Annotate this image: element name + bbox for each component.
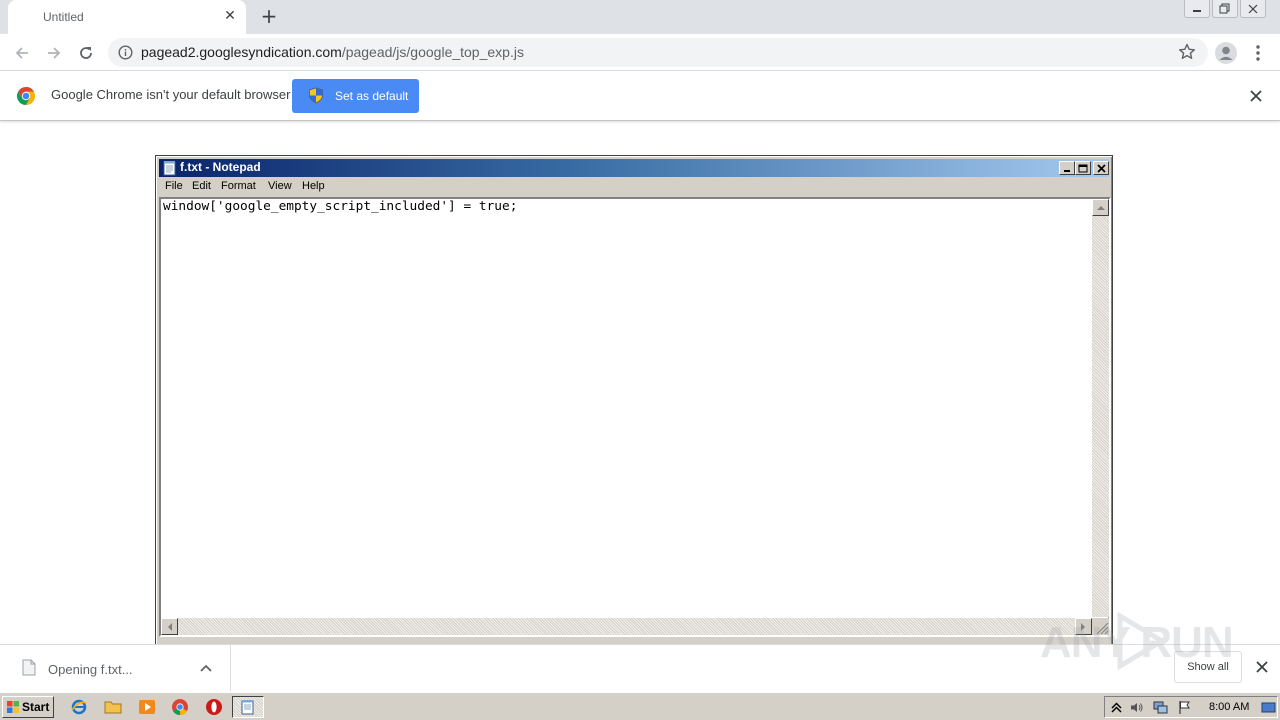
browser-toolbar: pagead2.googlesyndication.com/pagead/js/…: [0, 34, 1280, 71]
infobar-message: Google Chrome isn't your default browser: [51, 87, 291, 102]
arrow-left-icon: [15, 47, 28, 59]
media-player-icon[interactable]: [138, 698, 156, 716]
chrome-logo-icon: [16, 87, 36, 105]
taskbar-notepad-button[interactable]: [232, 696, 264, 718]
url-host: pagead2.googlesyndication.com: [141, 44, 342, 60]
speaker-icon[interactable]: [1129, 700, 1144, 715]
minimize-icon: [1064, 170, 1070, 172]
menu-file[interactable]: File: [165, 180, 183, 192]
close-window-button[interactable]: [1240, 0, 1266, 18]
menu-format[interactable]: Format: [221, 180, 256, 192]
info-icon[interactable]: [118, 45, 133, 60]
arrow-left-icon: [168, 622, 172, 631]
url-path: /pagead/js/google_top_exp.js: [341, 44, 524, 60]
arrow-right-icon: [48, 47, 61, 59]
chevron-up-icon[interactable]: [1109, 700, 1124, 715]
notepad-maximize-button[interactable]: [1075, 161, 1091, 175]
resize-grip[interactable]: [1092, 618, 1109, 635]
file-icon: [22, 659, 36, 676]
network-icon[interactable]: [1153, 700, 1168, 715]
clock: 8:00 AM: [1209, 701, 1250, 713]
folder-icon[interactable]: [104, 698, 122, 716]
tab-strip: Untitled ✕ +: [0, 0, 1280, 34]
windows-flag-icon: [7, 701, 19, 713]
address-bar[interactable]: pagead2.googlesyndication.com/pagead/js/…: [108, 38, 1208, 67]
more-menu-icon[interactable]: [1250, 41, 1266, 65]
close-icon[interactable]: [1255, 660, 1269, 674]
notepad-minimize-button[interactable]: [1059, 161, 1075, 175]
notepad-window: f.txt - Notepad File Edit Format View He…: [155, 155, 1113, 655]
new-tab-button[interactable]: +: [258, 6, 280, 28]
action-center-flag-icon[interactable]: [1177, 700, 1192, 715]
restore-icon: [1219, 3, 1230, 13]
system-tray: 8:00 AM: [1104, 696, 1278, 718]
notepad-titlebar[interactable]: f.txt - Notepad: [159, 159, 1109, 177]
menu-help[interactable]: Help: [302, 180, 325, 192]
menu-view[interactable]: View: [268, 180, 292, 192]
window-controls: [1182, 0, 1266, 18]
show-desktop-icon[interactable]: [1261, 700, 1276, 715]
download-bar: Opening f.txt... Show all: [0, 644, 1280, 691]
browser-tab[interactable]: Untitled ✕: [8, 0, 246, 34]
back-button[interactable]: [9, 40, 35, 66]
scroll-left-button[interactable]: [161, 618, 178, 635]
reload-button[interactable]: [73, 40, 99, 66]
menu-edit[interactable]: Edit: [192, 180, 211, 192]
minimize-button[interactable]: [1184, 0, 1210, 18]
set-as-default-label: Set as default: [335, 89, 409, 103]
notepad-close-button[interactable]: [1093, 161, 1109, 175]
notepad-content[interactable]: window['google_empty_script_included'] =…: [163, 199, 517, 214]
resize-grip-icon: [1096, 622, 1109, 635]
arrow-up-icon: [1096, 206, 1105, 210]
tab-close-icon[interactable]: ✕: [222, 8, 238, 24]
notepad-icon: [163, 161, 176, 176]
uac-shield-icon: [309, 87, 323, 104]
arrow-right-icon: [1081, 622, 1085, 631]
notepad-menubar: File Edit Format View Help: [159, 178, 1109, 196]
start-button[interactable]: Start: [2, 696, 54, 718]
opera-icon[interactable]: [205, 698, 223, 716]
maximize-icon: [1078, 164, 1088, 172]
download-item[interactable]: Opening f.txt...: [0, 645, 231, 691]
tab-title: Untitled: [43, 10, 84, 24]
close-icon: [1096, 163, 1106, 173]
profile-avatar-icon[interactable]: [1214, 41, 1238, 65]
notepad-title: f.txt - Notepad: [180, 160, 261, 174]
start-label: Start: [22, 700, 50, 714]
set-as-default-button[interactable]: Set as default: [292, 79, 419, 113]
forward-button[interactable]: [41, 40, 67, 66]
vertical-scrollbar[interactable]: [1092, 199, 1109, 635]
star-icon[interactable]: [1178, 43, 1196, 61]
download-status: Opening f.txt...: [48, 662, 133, 677]
scroll-right-button[interactable]: [1075, 618, 1092, 635]
horizontal-scrollbar[interactable]: [161, 618, 1092, 635]
url-text[interactable]: pagead2.googlesyndication.com/pagead/js/…: [141, 44, 524, 60]
notepad-text-area[interactable]: window['google_empty_script_included'] =…: [159, 197, 1111, 637]
windows-taskbar: Start 8:00 AM: [0, 692, 1280, 720]
scroll-up-button[interactable]: [1092, 199, 1109, 216]
close-icon[interactable]: [1248, 88, 1264, 104]
minimize-icon: [1193, 9, 1201, 12]
notepad-icon: [241, 700, 254, 715]
chrome-taskbar-icon[interactable]: [171, 698, 189, 716]
reload-icon: [80, 47, 92, 59]
chevron-up-icon[interactable]: [199, 661, 213, 675]
restore-button[interactable]: [1212, 0, 1238, 18]
internet-explorer-icon[interactable]: [70, 698, 88, 716]
close-icon: [1248, 4, 1258, 13]
show-all-button[interactable]: Show all: [1174, 651, 1242, 683]
default-browser-infobar: Google Chrome isn't your default browser…: [0, 71, 1280, 121]
